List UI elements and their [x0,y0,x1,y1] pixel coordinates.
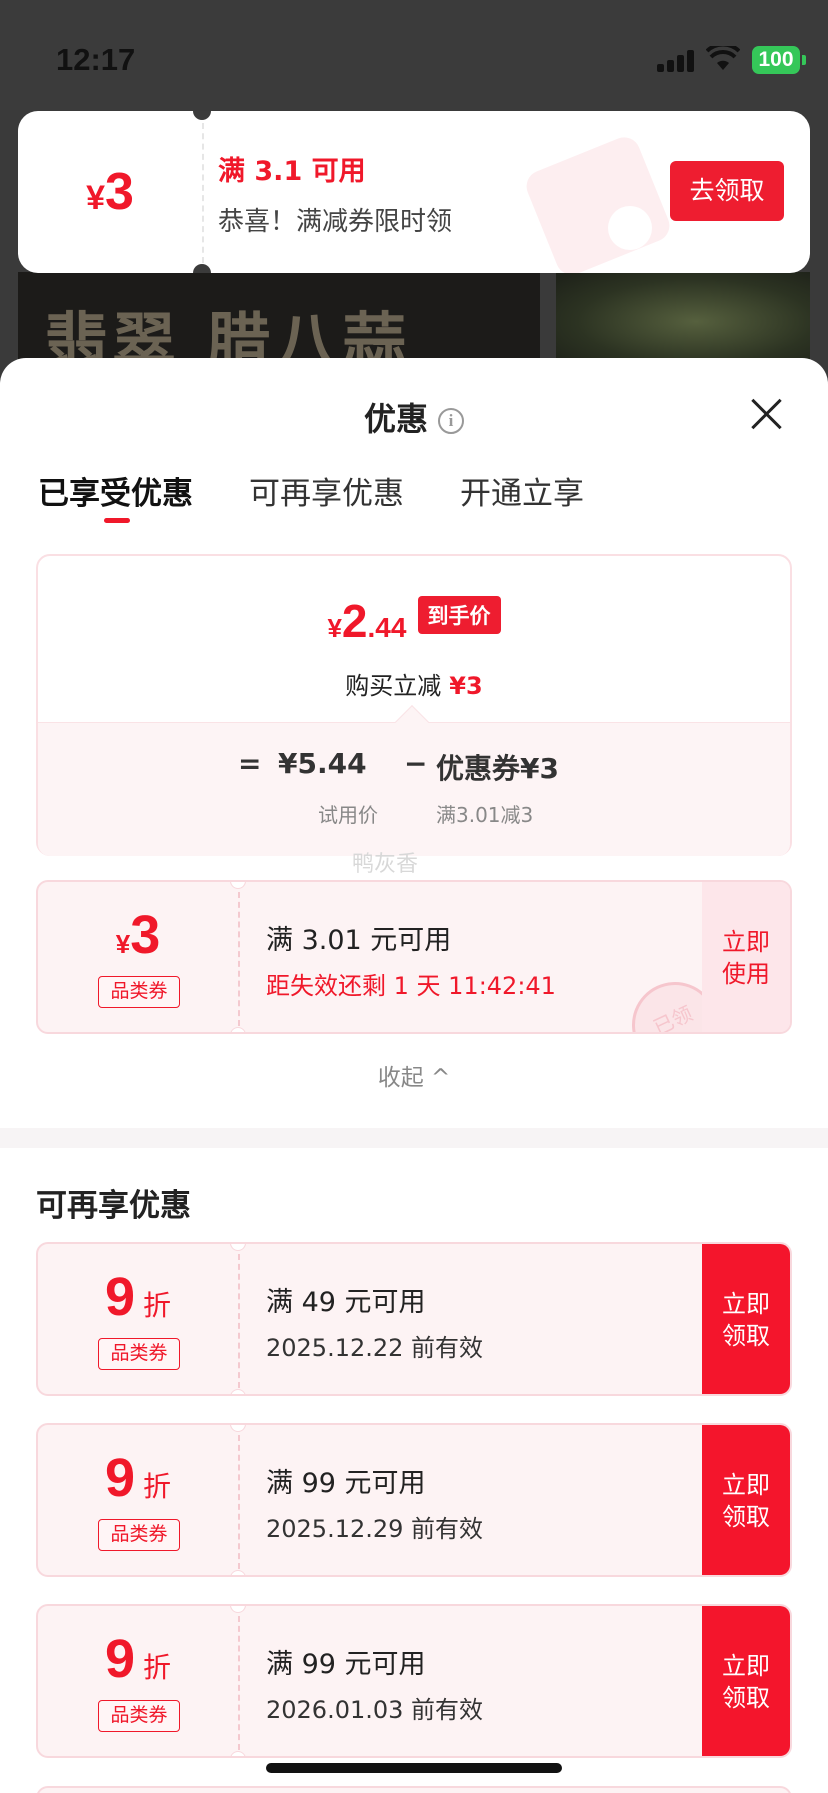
price-calculation: = ¥5.44 − 优惠券¥3 试用价 满3.01减3 [38,722,790,856]
home-indicator [266,1763,562,1773]
coupon-divider [238,1616,240,1750]
wifi-icon [706,46,740,70]
available-coupon: 9折 品类券 满 49 元可用 2025.12.22 前有效 立即领取 [36,1242,792,1396]
sheet-title-row: 优惠 i [0,394,828,440]
coupon-divider [238,1254,240,1388]
status-time: 12:17 [56,42,136,77]
toast-description: 恭喜！满减券限时领 [218,207,453,237]
tab-open[interactable]: 开通立享 [460,468,584,518]
coupon-value: ¥3 [115,905,161,965]
coupon-toast[interactable]: ¥3 满 3.1 可用 恭喜！满减券限时领 去领取 [18,111,810,273]
coupon-condition: 满 99 元可用 [266,1649,426,1680]
coupon-condition: 满 3.01 元可用 [266,925,452,956]
more-section-title: 可再享优惠 [36,1188,191,1224]
toast-condition: 满 3.1 可用 [218,156,366,187]
equals-sign: = [238,747,262,780]
collapse-button[interactable]: 收起 ^ [0,1058,828,1092]
claim-now-button[interactable]: 立即领取 [702,1606,790,1756]
final-price-tag: 到手价 [417,596,501,634]
coupon-validity: 2025.12.29 前有效 [266,1515,484,1543]
coupon-validity: 2026.01.03 前有效 [266,1696,484,1724]
close-icon[interactable] [748,396,784,432]
coupon-value: 9折 [104,1267,172,1327]
coupon-countdown: 距失效还剩 1 天 11:42:41 [266,972,556,1000]
minus-sign: − [404,747,428,780]
coupon-rule: 满3.01减3 [436,803,534,827]
available-coupon: 9折 品类券 满 99 元可用 2026.01.03 前有效 立即领取 [36,1604,792,1758]
coupon-condition: 满 99 元可用 [266,1468,426,1499]
toast-notch-bottom [193,264,211,273]
toast-amount-area: ¥3 [18,111,202,273]
banner-title: 翡翠 腊八蒜 [44,307,411,362]
claim-now-label: 立即领取 [722,1652,770,1712]
coupon-notch [230,1027,246,1032]
coupon-type-tag: 品类券 [98,1519,180,1551]
use-now-label: 立即使用 [722,928,770,988]
coupon-condition: 满 49 元可用 [266,1287,426,1318]
enjoyed-coupon: ¥3 品类券 满 3.01 元可用 距失效还剩 1 天 11:42:41 已领 … [36,880,792,1034]
coupon-deco-dot [608,206,652,250]
claim-now-label: 立即领取 [722,1471,770,1531]
toast-divider [202,123,204,263]
coupon-value-area: ¥3 品类券 [38,882,238,1032]
coupon-type-tag: 品类券 [98,976,180,1008]
coupon-deco-icon [521,132,675,273]
reduce-label: 购买立减 [345,672,442,700]
coupon-validity: 2025.12.22 前有效 [266,1334,484,1362]
coupon-value-area: 9折 品类券 [38,1244,238,1394]
tab-enjoyed[interactable]: 已享受优惠 [38,468,193,523]
battery-nub [802,55,806,65]
claim-button[interactable]: 去领取 [670,161,784,221]
reduce-line: 购买立减 ¥3 [38,666,790,701]
claim-now-button[interactable]: 立即领取 [702,1425,790,1575]
section-divider [0,1128,828,1148]
watermark: 鸭灰香 [352,852,419,877]
claim-now-label: 立即领取 [722,1290,770,1350]
coupon-divider [238,892,240,1026]
coupon-divider [238,1435,240,1569]
use-now-button[interactable]: 立即使用 [702,882,790,1032]
tab-bar: 已享受优惠 可再享优惠 开通立享 [38,468,640,523]
status-bar: 12:17 100 [0,0,828,110]
coupon-value: 9折 [104,1629,172,1689]
coupon-value-area: 9折 品类券 [38,1425,238,1575]
coupon-amount: 优惠券¥3 [436,752,559,785]
coupon-value: 9折 [104,1448,172,1508]
final-price: ¥2.44 [327,595,407,647]
toast-amount: ¥3 [86,163,134,221]
coupon-value-area: 9折 品类券 [38,1606,238,1756]
coupon-type-tag: 品类券 [98,1338,180,1370]
final-price-row: ¥2.44 到手价 [38,594,790,648]
sheet-title: 优惠 [363,400,428,438]
product-photo [556,272,810,362]
available-coupon: 9折 品类券 满 99 元可用 2025.12.29 前有效 立即领取 [36,1423,792,1577]
info-icon[interactable]: i [438,408,464,434]
price-breakdown-card: ¥2.44 到手价 购买立减 ¥3 = ¥5.44 − 优惠券¥3 试用价 满3.… [36,554,792,856]
product-banner: 翡翠 腊八蒜 [18,272,540,362]
coupon-type-tag: 品类券 [98,1700,180,1732]
battery-icon: 100 [752,46,800,74]
coupon-notch [230,1570,246,1575]
coupon-notch [230,1389,246,1394]
reduce-value: ¥3 [449,672,483,700]
discount-sheet: 优惠 i 已享受优惠 可再享优惠 开通立享 ¥2.44 到手价 购买立减 ¥3 = … [0,358,828,1793]
signal-icon [657,50,697,72]
available-coupon-partial [36,1786,792,1793]
coupon-notch [230,1751,246,1756]
tab-more[interactable]: 可再享优惠 [249,468,404,518]
claim-now-button[interactable]: 立即领取 [702,1244,790,1394]
trial-price: ¥5.44 [278,747,367,780]
trial-price-label: 试用价 [318,803,378,827]
